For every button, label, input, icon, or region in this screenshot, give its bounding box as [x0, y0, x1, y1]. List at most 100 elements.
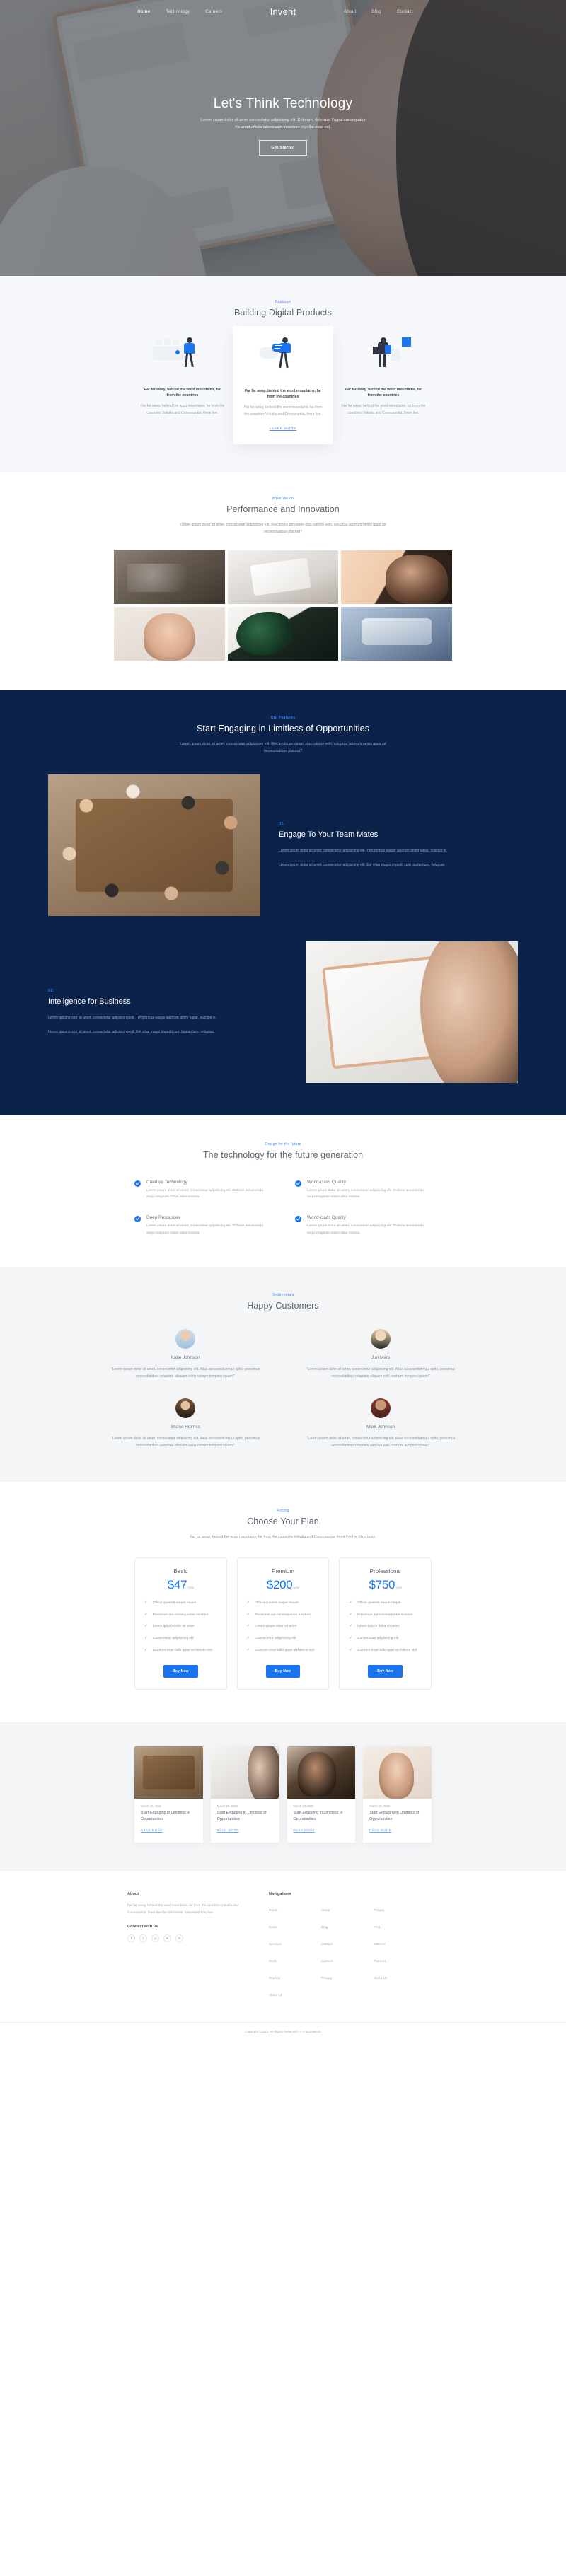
step-heading: Inteligence for Business — [48, 997, 131, 1006]
twitter-icon[interactable]: t — [139, 1934, 147, 1943]
engage-lead: Lorem ipsum dolor sit amet, consectetur … — [180, 742, 386, 754]
footer-link[interactable]: Promos — [269, 1976, 280, 1980]
avatar — [371, 1328, 391, 1349]
plan-feature-text: Officia quaerat eaque neque — [255, 1601, 299, 1606]
plan-feature: ✓ Officia quaerat eaque neque — [349, 1601, 422, 1607]
buy-now-button[interactable]: Buy Now — [368, 1665, 403, 1678]
gallery-image[interactable] — [114, 606, 225, 661]
features-title: Building Digital Products — [234, 308, 332, 318]
footer-link[interactable]: News — [269, 1925, 277, 1929]
dribbble-icon[interactable]: ● — [163, 1934, 171, 1943]
check-icon: ✓ — [144, 1601, 148, 1606]
footer-nav-heading: Navigations — [269, 1892, 291, 1897]
footer-link[interactable]: Contact — [321, 1942, 333, 1946]
check-body: Lorem ipsum dolor sit amet, consectetur … — [307, 1224, 424, 1235]
footer-link[interactable]: About Us — [269, 1993, 282, 1997]
buy-now-button[interactable]: Buy Now — [265, 1665, 301, 1678]
testimonial-name: Shane Holmes — [171, 1424, 200, 1429]
nav-link-blog[interactable]: Blog — [371, 9, 381, 14]
check-icon: ✓ — [246, 1636, 250, 1640]
feature-heading: Far far away, behind the word mountains,… — [144, 387, 221, 398]
testimonial-card: Mark Johnson "Lorem ipsum dolor sit amet… — [294, 1398, 467, 1449]
footer-link[interactable]: About — [321, 1908, 330, 1912]
nav-link-careers[interactable]: Careers — [205, 9, 222, 14]
footer-link[interactable]: Privacy — [374, 1908, 384, 1912]
footer-link[interactable]: Partners — [374, 1959, 386, 1963]
nav-link-home[interactable]: Home — [137, 9, 150, 14]
feature-card-highlighted: Far far away, behind the word mountains,… — [233, 325, 333, 444]
linkedin-icon[interactable]: in — [175, 1934, 183, 1943]
future-eyebrow: Design for the future — [265, 1142, 301, 1147]
plan-name: Premium — [272, 1568, 295, 1575]
buy-now-button[interactable]: Buy Now — [163, 1665, 198, 1678]
blog-card[interactable]: March 18, 2022 Start Engaging in Limitle… — [287, 1746, 356, 1843]
footer-link[interactable]: Blog — [321, 1925, 328, 1929]
plan-feature-text: Lorem ipsum dolor sit amet — [152, 1625, 195, 1629]
footer-link[interactable]: Home — [269, 1908, 278, 1912]
check-icon: ✓ — [246, 1601, 250, 1606]
step-number: 02. — [48, 989, 54, 994]
feature-card: Far far away, behind the word mountains,… — [333, 335, 434, 417]
plan-name: Basic — [173, 1568, 188, 1575]
learn-more-link[interactable]: LEARN MORE — [270, 427, 296, 430]
footer-link[interactable]: Careers — [321, 1959, 333, 1963]
gallery-image[interactable] — [341, 550, 452, 604]
blog-card[interactable]: March 18, 2022 Start Engaging in Limitle… — [363, 1746, 432, 1843]
gallery-image[interactable] — [114, 550, 225, 604]
future-checklist: Creative Technology Lorem ipsum dolor si… — [134, 1180, 432, 1236]
facebook-icon[interactable]: f — [127, 1934, 135, 1943]
plan-feature: ✓ Consectetur adipisicing elit — [349, 1636, 422, 1642]
check-icon: ✓ — [246, 1612, 250, 1617]
read-more-link[interactable]: READ MORE — [141, 1828, 163, 1832]
features-eyebrow: Features — [275, 300, 291, 304]
check-icon: ✓ — [144, 1624, 148, 1629]
pricing-card-basic: Basic $47/ year ✓ Officia quaerat eaque n… — [134, 1557, 227, 1690]
footer-link[interactable]: Work — [269, 1959, 277, 1963]
read-more-link[interactable]: READ MORE — [294, 1828, 316, 1832]
footer-link[interactable]: Services — [269, 1942, 282, 1946]
footer-link[interactable]: About Us — [374, 1976, 387, 1980]
footer-link[interactable]: Privacy — [321, 1976, 332, 1980]
instagram-icon[interactable]: ◎ — [151, 1934, 159, 1943]
read-more-link[interactable]: READ MORE — [369, 1828, 391, 1832]
nav-link-contact[interactable]: Contact — [397, 9, 413, 14]
check-icon: ✓ — [144, 1647, 148, 1652]
gallery-title: Performance and Innovation — [226, 504, 340, 514]
read-more-link[interactable]: READ MORE — [217, 1828, 239, 1832]
get-started-button[interactable]: Get Started — [259, 139, 307, 156]
step-number: 01. — [279, 822, 285, 827]
check-body: Lorem ipsum dolor sit amet, consectetur … — [146, 1224, 263, 1235]
nav-left-group: Home Technology Careers — [64, 9, 241, 14]
gallery-grid — [114, 550, 452, 661]
brand-logo[interactable]: Invent — [241, 6, 325, 17]
testimonial-quote: "Lorem ipsum dolor sit amet, consectetur… — [110, 1436, 260, 1448]
footer-link[interactable]: FAQ — [374, 1925, 380, 1929]
plan-feature: ✓ Consectetur adipisicing elit — [144, 1636, 217, 1642]
testimonial-card: Shane Holmes "Lorem ipsum dolor sit amet… — [99, 1398, 272, 1449]
check-circle-icon — [295, 1180, 301, 1187]
nav-link-technology[interactable]: Technology — [166, 9, 190, 14]
check-icon: ✓ — [144, 1636, 148, 1640]
hero-title: Let's Think Technology — [213, 96, 353, 111]
check-heading: World-class Quality — [307, 1215, 346, 1220]
footer-link[interactable]: Careers — [374, 1942, 386, 1946]
feature-body: Far far away, behind the word mountains,… — [341, 403, 426, 415]
feature-illustration-3 — [341, 335, 426, 380]
nav-link-about[interactable]: About — [344, 9, 356, 14]
gallery-image[interactable] — [227, 550, 339, 604]
check-icon: ✓ — [349, 1612, 352, 1617]
gallery-image[interactable] — [341, 606, 452, 661]
blog-card[interactable]: March 18, 2022 Start Engaging in Limitle… — [134, 1746, 203, 1843]
plan-feature: ✓ Officia quaerat eaque neque — [247, 1601, 320, 1607]
blog-card[interactable]: March 18, 2022 Start Engaging in Limitle… — [210, 1746, 279, 1843]
gallery-image[interactable] — [227, 606, 339, 661]
plan-feature: ✓ Possimus aut consequuntur incidunt — [144, 1613, 217, 1619]
hero-content: Let's Think Technology Lorem ipsum dolor… — [0, 17, 566, 156]
step-paragraph: Lorem ipsum dolor sit amet, consectetur … — [279, 849, 447, 854]
plan-feature-text: Possimus aut consequuntur incidunt — [357, 1613, 413, 1617]
plan-feature-text: Officia quaerat eaque neque — [152, 1601, 197, 1606]
plan-feature-text: Lorem ipsum dolor sit amet — [255, 1625, 297, 1629]
plan-feature-text: Consectetur adipisicing elit — [357, 1637, 399, 1640]
testimonial-quote: "Lorem ipsum dolor sit amet, consectetur… — [110, 1367, 260, 1379]
feature-heading: Far far away, behind the word mountains,… — [244, 388, 322, 400]
